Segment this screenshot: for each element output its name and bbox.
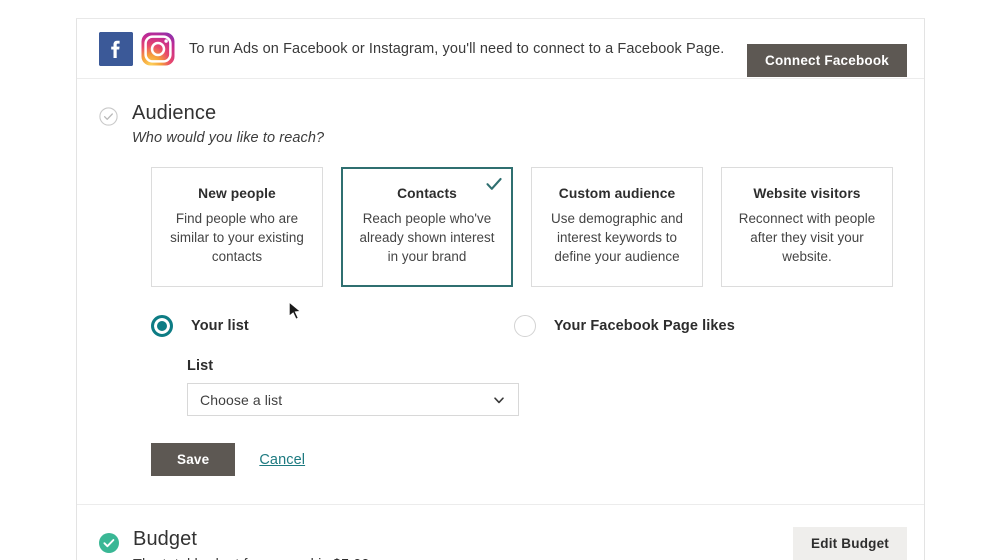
card-description: Reconnect with people after they visit y… <box>738 211 876 265</box>
radio-option-facebook-page-likes[interactable]: Your Facebook Page likes <box>513 315 735 337</box>
card-title: Custom audience <box>558 186 676 201</box>
radio-unselected-icon <box>513 315 536 337</box>
audience-card-new-people[interactable]: New people Find people who are similar t… <box>151 167 323 287</box>
audience-card-custom-audience[interactable]: Custom audience Use demographic and inte… <box>531 167 703 287</box>
cancel-link[interactable]: Cancel <box>259 452 305 468</box>
connect-facebook-banner: To run Ads on Facebook or Instagram, you… <box>77 19 924 79</box>
checkmark-icon <box>485 175 503 193</box>
audience-action-row: Save Cancel <box>151 443 902 504</box>
audience-section: Audience Who would you like to reach? Ne… <box>77 79 924 504</box>
card-description: Reach people who've already shown intere… <box>359 211 495 265</box>
audience-type-cards: New people Find people who are similar t… <box>151 167 902 287</box>
radio-label: Your Facebook Page likes <box>553 318 735 334</box>
card-description: Find people who are similar to your exis… <box>170 211 304 265</box>
banner-message: To run Ads on Facebook or Instagram, you… <box>189 40 725 57</box>
audience-subtitle: Who would you like to reach? <box>132 130 325 146</box>
audience-title-group: Audience Who would you like to reach? <box>132 101 902 146</box>
page-title: Audience <box>132 102 217 124</box>
edit-budget-button[interactable]: Edit Budget <box>793 527 907 560</box>
audience-card-website-visitors[interactable]: Website visitors Reconnect with people a… <box>721 167 893 287</box>
save-button[interactable]: Save <box>151 443 236 476</box>
social-icons-group <box>99 31 175 66</box>
ad-setup-panel: To run Ads on Facebook or Instagram, you… <box>76 18 925 560</box>
card-title: Website visitors <box>753 186 861 201</box>
instagram-icon <box>141 32 175 66</box>
audience-header: Audience Who would you like to reach? <box>99 101 902 146</box>
audience-card-contacts[interactable]: Contacts Reach people who've already sho… <box>341 167 513 287</box>
radio-option-your-list[interactable]: Your list <box>151 315 249 337</box>
radio-label: Your list <box>191 318 249 334</box>
budget-title: Budget <box>133 528 197 550</box>
card-title: Contacts <box>397 186 457 201</box>
facebook-icon <box>99 31 133 66</box>
circle-check-outline-icon <box>99 107 118 126</box>
circle-check-filled-icon <box>99 533 119 553</box>
radio-selected-icon <box>151 315 173 337</box>
list-select[interactable]: Choose a list <box>187 383 519 416</box>
list-select-value: Choose a list <box>200 391 283 408</box>
chevron-down-icon <box>492 393 506 407</box>
audience-source-radio-group: Your list Your Facebook Page likes <box>151 315 902 337</box>
card-title: New people <box>198 186 276 201</box>
budget-title-group: Budget The total budget for your ad is $… <box>133 527 902 560</box>
budget-section: Budget The total budget for your ad is $… <box>77 505 924 560</box>
connect-facebook-button[interactable]: Connect Facebook <box>747 44 907 77</box>
list-field-label: List <box>187 358 214 374</box>
budget-header: Budget The total budget for your ad is $… <box>99 527 902 560</box>
card-description: Use demographic and interest keywords to… <box>551 211 683 265</box>
